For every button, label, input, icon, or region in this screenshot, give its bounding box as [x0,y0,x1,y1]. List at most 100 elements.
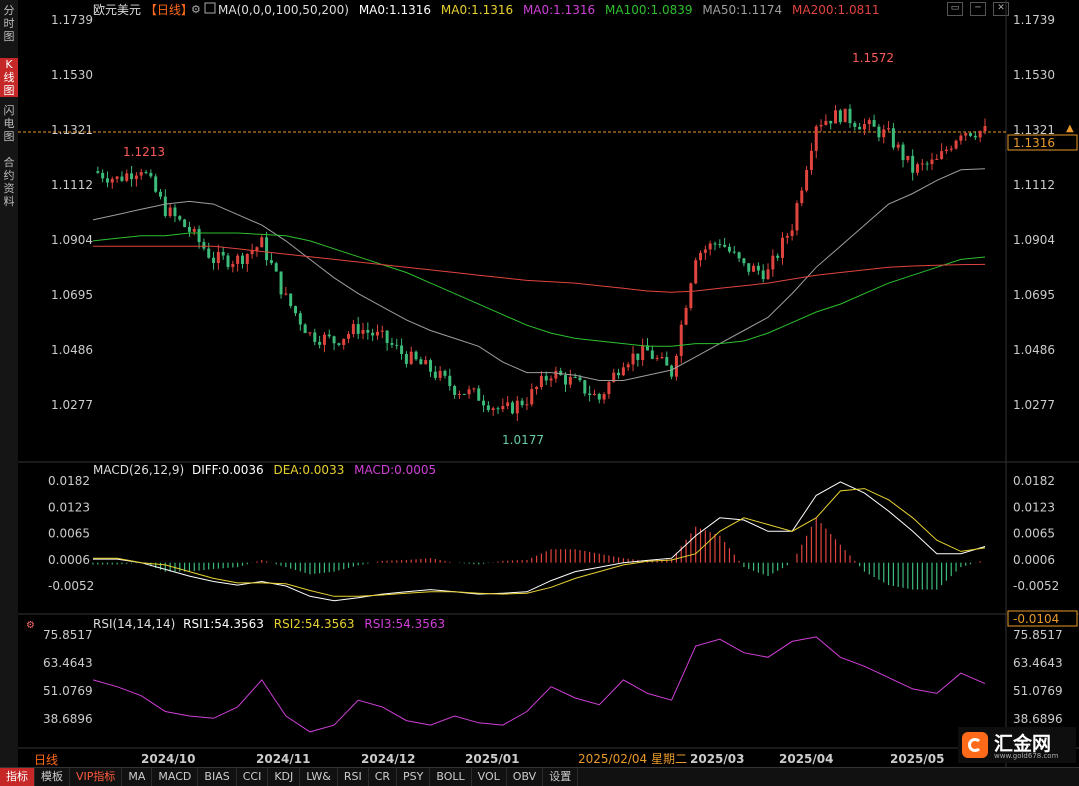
candle-body [708,243,712,250]
rsi-axis-tick-left: 38.6896 [43,712,93,726]
price-axis-tick-right: 1.1112 [1013,178,1055,192]
candle-body [761,270,765,280]
candle-body [969,133,973,136]
price-axis-tick-left: 1.0486 [51,343,93,357]
current-price-label: 1.1316 [1013,136,1055,150]
macd-title: MACD(26,12,9) [93,463,184,477]
price-axis-tick-left: 1.0695 [51,288,93,302]
candle-body [901,144,905,161]
candle-body [785,235,789,238]
candle-body [260,237,264,248]
candle-body [631,353,635,365]
candle-body [433,371,437,378]
settings-icon[interactable] [204,2,216,14]
svg-text:RSI(14,14,14) RSI1:54.3563: RSI(14,14,14) RSI1:54.3563 RSI2:54.3563 … [93,617,445,631]
candle-body [110,178,114,183]
x-axis-tick: 2025/01 [465,752,519,766]
svg-text:MA(0,0,0,100,50,200) MA0:1: MA(0,0,0,100,50,200) MA0:1.1316 MA0:1.13… [218,3,880,17]
candle-body [539,375,543,388]
macd-dea-line [93,488,986,597]
macd-macd: MACD:0.0005 [354,463,436,477]
ma200-value: MA200:1.0811 [792,3,880,17]
candle-body [173,207,177,217]
candle-body [491,408,495,411]
candle-body [578,377,582,381]
candle-body [559,370,563,376]
toolbar-item-3[interactable]: MA [122,768,153,786]
toolbar-item-1[interactable]: 模板 [35,768,70,786]
period-label: 【日线】 [145,3,193,17]
candle-body [105,178,109,183]
candle-body [703,249,707,253]
gear-icon[interactable]: ⚙ [191,3,201,16]
candle-body [583,380,587,394]
toolbar-item-10[interactable]: CR [369,768,398,786]
rsi-axis-tick-right: 75.8517 [1013,628,1063,642]
chart-canvas[interactable]: 欧元美元 【日线】 ⚙ MA(0,0,0,100,50,200) MA0:1.1… [0,0,1079,767]
rsi-axis-tick-right: 63.4643 [1013,656,1063,670]
candle-body [298,313,302,325]
candle-body [130,173,134,180]
candle-body [192,229,196,232]
price-axis-tick-right: 1.1530 [1013,68,1055,82]
price-axis-tick-left: 1.0904 [51,233,93,247]
candle-body [858,126,862,130]
macd-axis-tick-left: 0.0123 [48,500,90,514]
macd-axis-tick-right: 0.0182 [1013,474,1055,488]
candle-body [134,175,138,180]
candle-body [361,329,365,334]
candle-body [318,341,322,345]
toolbar-item-13[interactable]: VOL [472,768,507,786]
candle-body [800,190,804,204]
candle-body [221,251,225,256]
candle-body [443,370,447,376]
toolbar-item-11[interactable]: PSY [397,768,431,786]
candle-body [891,128,895,148]
candle-body [636,353,640,360]
candle-body [366,329,370,333]
toolbar-item-7[interactable]: KDJ [268,768,301,786]
toolbar-item-2[interactable]: VIP指标 [70,768,123,786]
candle-body [617,372,621,376]
candle-body [515,400,519,414]
candle-body [342,338,346,345]
candle-body [332,336,336,344]
candle-body [409,351,413,364]
candle-body [462,393,466,395]
candle-body [641,345,645,360]
candle-body [385,330,389,344]
candle-body [414,351,418,360]
candle-body [838,110,842,123]
toolbar-item-8[interactable]: LW& [300,768,338,786]
price-axis-tick-left: 1.1321 [51,123,93,137]
x-axis-tick: 2024/10 [141,752,195,766]
candle-body [115,176,119,179]
candle-body [371,332,375,336]
rsi-settings-icon[interactable]: ⚙ [26,620,35,631]
toolbar-item-9[interactable]: RSI [338,768,369,786]
candle-body [935,158,939,160]
candle-body [250,250,254,254]
candle-body [925,163,929,165]
toolbar-item-0[interactable]: 指标 [0,768,35,786]
candle-body [747,263,751,272]
candle-body [212,257,216,264]
toolbar-item-15[interactable]: 设置 [543,768,579,786]
toolbar-item-12[interactable]: BOLL [430,768,472,786]
candle-body [756,265,760,271]
toolbar-item-5[interactable]: BIAS [198,768,237,786]
toolbar-item-6[interactable]: CCI [237,768,269,786]
candle-body [429,360,433,372]
price-axis-tick-left: 1.1530 [51,68,93,82]
candle-body [809,150,813,170]
candle-body [139,172,143,176]
candle-body [848,108,852,124]
candle-body [395,344,399,346]
price-axis-tick-left: 1.1112 [51,178,93,192]
ma-line-ma50 [92,168,986,381]
toolbar-item-14[interactable]: OBV [507,768,544,786]
toolbar-item-4[interactable]: MACD [152,768,199,786]
crosshair-date-label: 2025/02/04 星期二 [578,752,687,766]
candle-body [159,191,163,197]
candle-body [101,172,105,179]
